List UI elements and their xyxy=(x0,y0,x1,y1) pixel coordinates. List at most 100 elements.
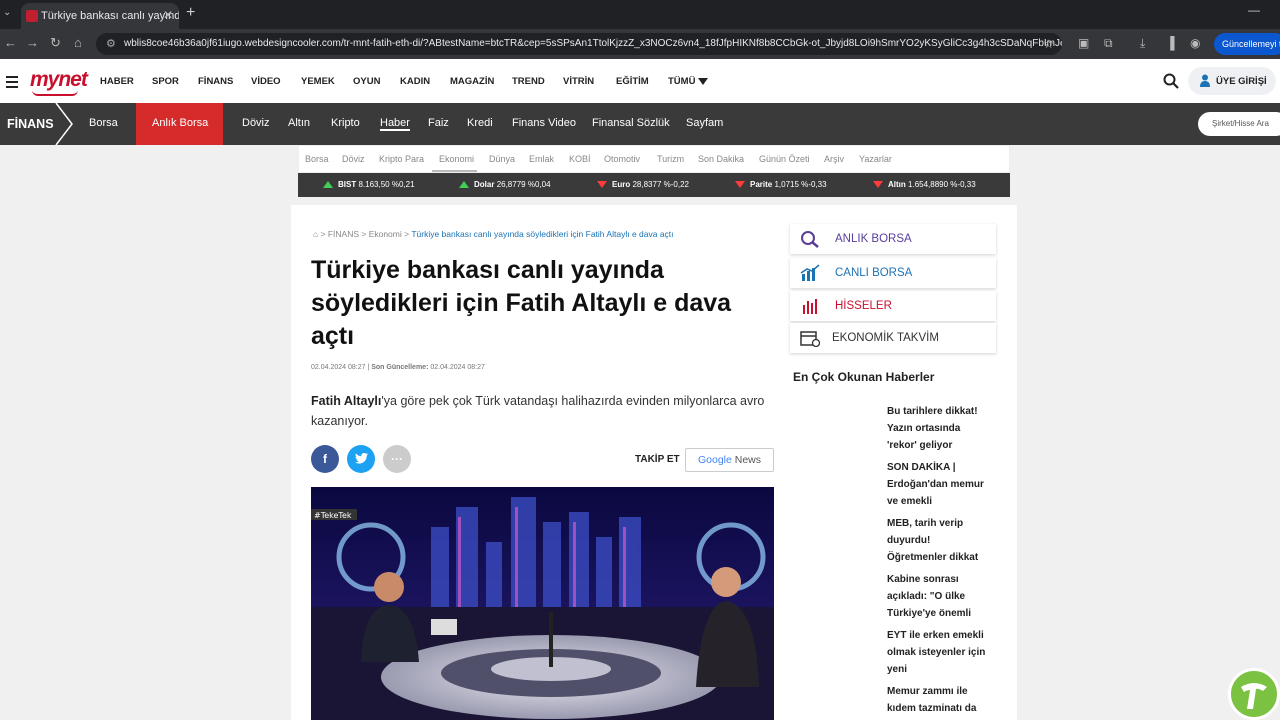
subnav-item[interactable]: Dünya xyxy=(489,154,515,164)
main-menu-item[interactable]: VİDEO xyxy=(251,76,281,87)
subnav-item[interactable]: Günün Özeti xyxy=(759,154,810,164)
finans-menu-item[interactable]: Finans Video xyxy=(512,117,576,129)
main-menu-item[interactable]: TÜMÜ xyxy=(668,76,695,87)
subnav-item[interactable]: Otomotiv xyxy=(604,154,640,164)
main-menu-item[interactable]: HABER xyxy=(100,76,134,87)
ticker-name: Euro xyxy=(612,180,631,189)
subnav-item[interactable]: Ekonomi xyxy=(439,154,474,164)
bookmark-star-icon[interactable]: ☆ xyxy=(1043,33,1054,55)
finans-menu-item[interactable]: Faiz xyxy=(428,117,449,129)
ticker-item[interactable]: Altın 1.654,8890 %-0,33 xyxy=(888,180,976,189)
most-read-title: En Çok Okunan Haberler xyxy=(793,370,935,384)
most-read-item[interactable]: Bu tarihlere dikkat! Yazın ortasında 're… xyxy=(887,403,987,454)
main-menu-item[interactable]: TREND xyxy=(512,76,545,87)
sidepanel-icon[interactable]: ▐ xyxy=(1166,36,1175,50)
finans-brand[interactable]: FİNANS xyxy=(0,103,58,145)
subnav-item[interactable]: Turizm xyxy=(657,154,684,164)
subnav-item[interactable]: Emlak xyxy=(529,154,554,164)
google-news-button[interactable]: Google News xyxy=(685,448,774,472)
ticker-value: 8.163,50 xyxy=(358,180,390,189)
sidebar-button[interactable]: HİSSELER xyxy=(790,291,996,321)
finans-menu-item[interactable]: Kredi xyxy=(467,117,493,129)
follow-label: TAKİP ET xyxy=(635,454,680,465)
subnav-item[interactable]: Yazarlar xyxy=(859,154,892,164)
update-button[interactable]: Güncellemeyi ta xyxy=(1214,33,1280,55)
ticker-change: %0,04 xyxy=(527,180,551,189)
article-meta: 02.04.2024 08:27 | Son Güncelleme: 02.04… xyxy=(311,364,485,371)
hamburger-menu-icon[interactable] xyxy=(6,76,18,91)
user-icon xyxy=(1200,74,1210,87)
finans-menu-item[interactable]: Sayfam xyxy=(686,117,723,129)
minimize-icon[interactable]: — xyxy=(1248,3,1270,17)
sidebar-button-label: CANLI BORSA xyxy=(835,267,913,279)
breadcrumb-finans[interactable]: FİNANS xyxy=(328,229,359,239)
subnav-item[interactable]: KOBİ xyxy=(569,154,591,164)
main-menu-item[interactable]: MAGAZİN xyxy=(450,76,494,87)
extension-icon[interactable]: ▣ xyxy=(1078,36,1089,50)
finans-menu-item[interactable]: Haber xyxy=(380,117,410,131)
subnav-item[interactable]: Borsa xyxy=(305,154,329,164)
finans-menu-item[interactable]: Döviz xyxy=(242,117,270,129)
floating-logo[interactable] xyxy=(1228,668,1280,720)
article-lead: Fatih Altaylı'ya göre pek çok Türk vatan… xyxy=(311,391,771,431)
subnav-item[interactable]: Döviz xyxy=(342,154,365,164)
twitter-icon xyxy=(354,452,368,464)
breadcrumb: ⌂ > FİNANS > Ekonomi > Türkiye bankası c… xyxy=(313,229,674,239)
new-tab-icon[interactable]: + xyxy=(186,4,195,22)
ticker-item[interactable]: Euro 28,8377 %-0,22 xyxy=(612,180,689,189)
breadcrumb-current[interactable]: Türkiye bankası canlı yayında söyledikle… xyxy=(411,229,673,239)
sidebar-button[interactable]: ANLIK BORSA xyxy=(790,224,996,254)
chevron-right-icon xyxy=(55,103,73,145)
finans-menu-item[interactable]: Borsa xyxy=(89,117,118,129)
site-info-icon[interactable]: ⚙ xyxy=(106,33,116,55)
most-read-item[interactable]: EYT ile erken emekli olmak isteyenler iç… xyxy=(887,627,987,678)
home-icon[interactable]: ⌂ xyxy=(74,35,82,50)
finans-menu-item[interactable]: Anlık Borsa xyxy=(152,117,208,129)
ticker-change: %0,21 xyxy=(391,180,415,189)
main-menu-item[interactable]: SPOR xyxy=(152,76,179,87)
sidebar-button[interactable]: CANLI BORSA xyxy=(790,258,996,288)
more-share-button[interactable]: ··· xyxy=(383,445,411,473)
sidebar-button[interactable]: EKONOMİK TAKVİM xyxy=(790,323,996,353)
subnav-item[interactable]: Kripto Para xyxy=(379,154,424,164)
forward-icon[interactable]: → xyxy=(26,35,39,50)
subnav-item[interactable]: Son Dakika xyxy=(698,154,744,164)
mynet-logo[interactable]: mynet xyxy=(30,68,88,96)
finans-menu-item[interactable]: Altın xyxy=(288,117,310,129)
main-menu-item[interactable]: OYUN xyxy=(353,76,380,87)
main-menu-item[interactable]: EĞİTİM xyxy=(616,76,649,87)
article-image[interactable]: #TekeTek xyxy=(311,487,774,720)
stock-search-input[interactable]: Şirket/Hisse Ara xyxy=(1198,112,1280,136)
most-read-item[interactable]: Memur zammı ile kıdem tazminatı da xyxy=(887,683,987,717)
puzzle-icon[interactable]: ⧉ xyxy=(1104,36,1113,51)
updated-date: 02.04.2024 08:27 xyxy=(430,364,485,371)
tab-list-icon[interactable]: ⌄ xyxy=(3,7,11,18)
ticker-item[interactable]: Dolar 26,8779 %0,04 xyxy=(474,180,551,189)
main-menu-item[interactable]: YEMEK xyxy=(301,76,335,87)
main-menu-item[interactable]: FİNANS xyxy=(198,76,233,87)
ticker-item[interactable]: Parite 1,0715 %-0,33 xyxy=(750,180,827,189)
finans-menu-item[interactable]: Finansal Sözlük xyxy=(592,117,670,129)
login-button[interactable]: ÜYE GİRİŞİ xyxy=(1188,67,1276,95)
search-icon[interactable] xyxy=(1163,73,1179,89)
reload-icon[interactable]: ↻ xyxy=(50,35,61,51)
close-tab-icon[interactable]: ✕ xyxy=(163,8,173,22)
most-read-item[interactable]: MEB, tarih verip duyurdu! Öğretmenler di… xyxy=(887,515,987,566)
most-read-item[interactable]: Kabine sonrası açıkladı: "O ülke Türkiye… xyxy=(887,571,987,622)
back-icon[interactable]: ← xyxy=(4,35,17,50)
address-bar[interactable]: ⚙ wblis8coe46b36a0jf61iugo.webdesigncool… xyxy=(96,33,1062,55)
main-menu-item[interactable]: VİTRİN xyxy=(563,76,594,87)
most-read-item[interactable]: SON DAKİKA | Erdoğan'dan memur ve emekli xyxy=(887,459,987,510)
ticker-item[interactable]: BIST 8.163,50 %0,21 xyxy=(338,180,415,189)
home-icon[interactable]: ⌂ xyxy=(313,229,318,239)
twitter-share-button[interactable] xyxy=(347,445,375,473)
download-icon[interactable]: ⤓ xyxy=(1140,36,1145,51)
main-menu-item[interactable]: KADIN xyxy=(400,76,430,87)
finans-menu-item[interactable]: Kripto xyxy=(331,117,360,129)
breadcrumb-ekonomi[interactable]: Ekonomi xyxy=(369,229,402,239)
browser-tab[interactable]: Türkiye bankası canlı yayında söy ✕ xyxy=(21,3,179,29)
profile-icon[interactable]: ◉ xyxy=(1190,36,1200,50)
subnav-item[interactable]: Arşiv xyxy=(824,154,844,164)
subnav-active-underline xyxy=(432,170,477,172)
facebook-share-button[interactable]: f xyxy=(311,445,339,473)
